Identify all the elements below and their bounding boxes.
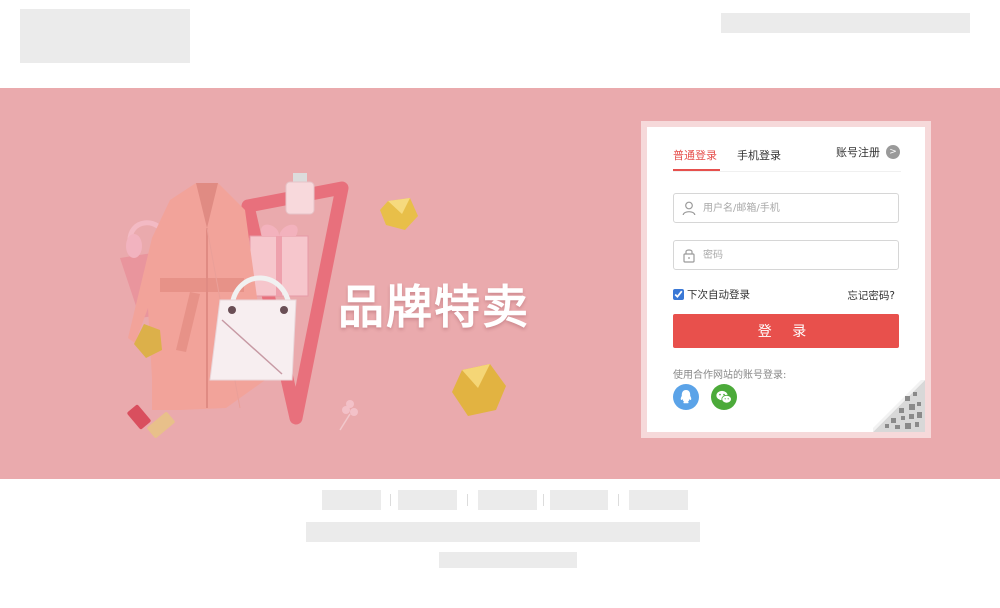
header-links-placeholder bbox=[721, 13, 970, 33]
login-panel: 普通登录 手机登录 账号注册 > 下次自动登录 忘记 bbox=[647, 127, 925, 432]
qq-login-button[interactable] bbox=[673, 384, 699, 410]
remember-checkbox[interactable] bbox=[673, 289, 684, 300]
footer-separator bbox=[390, 494, 391, 506]
tab-phone-login[interactable]: 手机登录 bbox=[737, 147, 781, 163]
active-tab-indicator bbox=[673, 169, 720, 171]
lock-icon bbox=[683, 249, 695, 263]
password-input[interactable] bbox=[703, 241, 893, 269]
flower-decoration bbox=[339, 400, 358, 431]
footer-separator bbox=[618, 494, 619, 506]
password-field[interactable] bbox=[673, 240, 899, 270]
username-input[interactable] bbox=[703, 194, 893, 222]
remember-label: 下次自动登录 bbox=[687, 289, 750, 301]
footer-link-placeholder[interactable] bbox=[478, 490, 537, 510]
register-link[interactable]: 账号注册 > bbox=[836, 144, 900, 160]
tab-password-login[interactable]: 普通登录 bbox=[673, 147, 717, 163]
username-field[interactable] bbox=[673, 193, 899, 223]
footer-link-placeholder[interactable] bbox=[629, 490, 688, 510]
chevron-right-icon: > bbox=[886, 145, 900, 159]
tab-divider bbox=[673, 171, 901, 172]
footer-link-placeholder[interactable] bbox=[398, 490, 457, 510]
footer-license-placeholder bbox=[439, 552, 577, 568]
qr-code-icon[interactable] bbox=[873, 380, 925, 432]
login-card-frame: 普通登录 手机登录 账号注册 > 下次自动登录 忘记 bbox=[641, 121, 931, 438]
perfume-bottle-illustration bbox=[285, 173, 315, 215]
footer-separator bbox=[467, 494, 468, 506]
register-label: 账号注册 bbox=[836, 146, 880, 159]
footer-link-placeholder[interactable] bbox=[550, 490, 608, 510]
forgot-password-link[interactable]: 忘记密码? bbox=[847, 288, 895, 303]
remember-me[interactable]: 下次自动登录 bbox=[673, 287, 750, 302]
logo-placeholder bbox=[20, 9, 190, 63]
wechat-icon bbox=[711, 384, 737, 410]
partner-login-label: 使用合作网站的账号登录: bbox=[673, 370, 787, 381]
wechat-login-button[interactable] bbox=[711, 384, 737, 410]
user-icon bbox=[682, 201, 696, 216]
login-button[interactable]: 登 录 bbox=[673, 314, 899, 348]
hero-title: 品牌特卖 bbox=[338, 280, 530, 334]
footer-copyright-placeholder bbox=[306, 522, 700, 542]
footer-link-placeholder[interactable] bbox=[322, 490, 381, 510]
qq-icon bbox=[673, 384, 699, 410]
footer-separator bbox=[543, 494, 544, 506]
